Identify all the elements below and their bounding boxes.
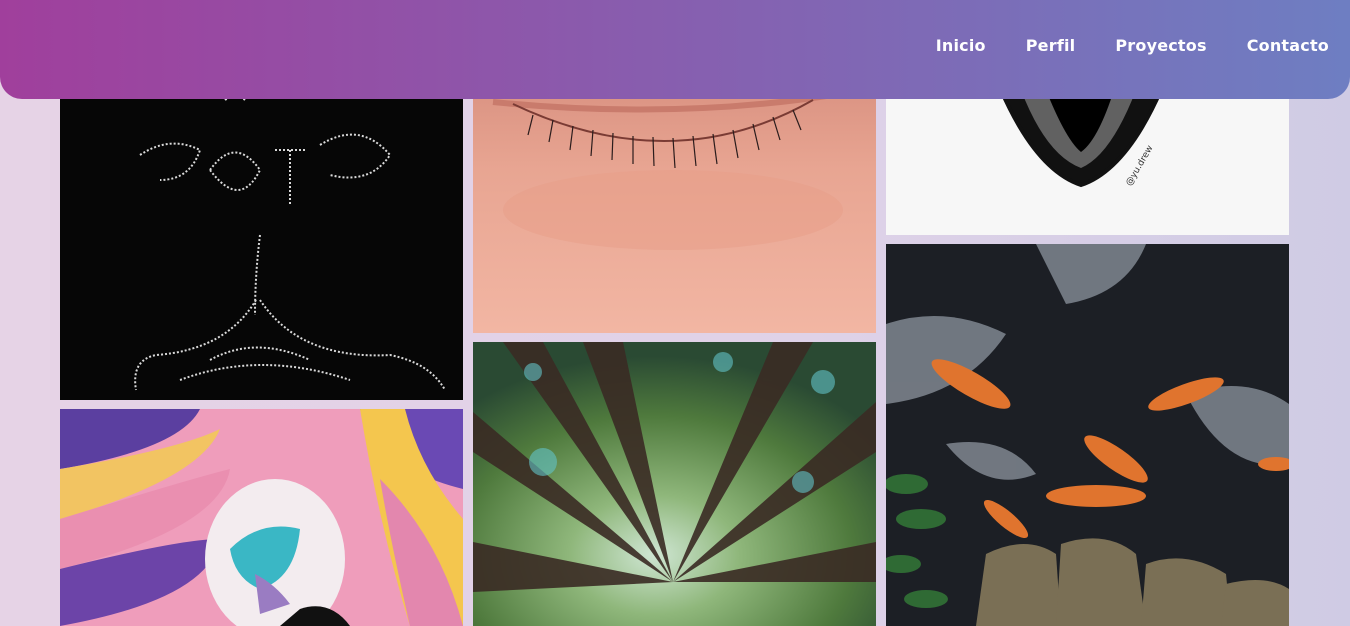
gallery-item-lettering-artwork[interactable] <box>60 60 463 400</box>
gallery-item-colorful-mural[interactable] <box>60 409 463 626</box>
koi-pond-photo-image <box>886 244 1289 626</box>
gallery-item-forest-canopy-photo[interactable] <box>473 342 876 626</box>
nav-link-proyectos[interactable]: Proyectos <box>1115 36 1206 55</box>
nav-link-perfil[interactable]: Perfil <box>1026 36 1076 55</box>
forest-canopy-photo-image <box>473 342 876 626</box>
lettering-artwork-image <box>60 60 463 400</box>
gallery-item-koi-pond-photo[interactable] <box>886 244 1289 626</box>
gallery-item-closed-eye-photo[interactable] <box>473 60 876 333</box>
header-bar: Inicio Perfil Proyectos Contacto <box>0 0 1350 99</box>
nav-link-inicio[interactable]: Inicio <box>936 36 986 55</box>
nav-link-contacto[interactable]: Contacto <box>1247 36 1329 55</box>
colorful-mural-image <box>60 409 463 626</box>
main-nav: Inicio Perfil Proyectos Contacto <box>936 36 1329 55</box>
closed-eye-photo-image <box>473 60 876 333</box>
